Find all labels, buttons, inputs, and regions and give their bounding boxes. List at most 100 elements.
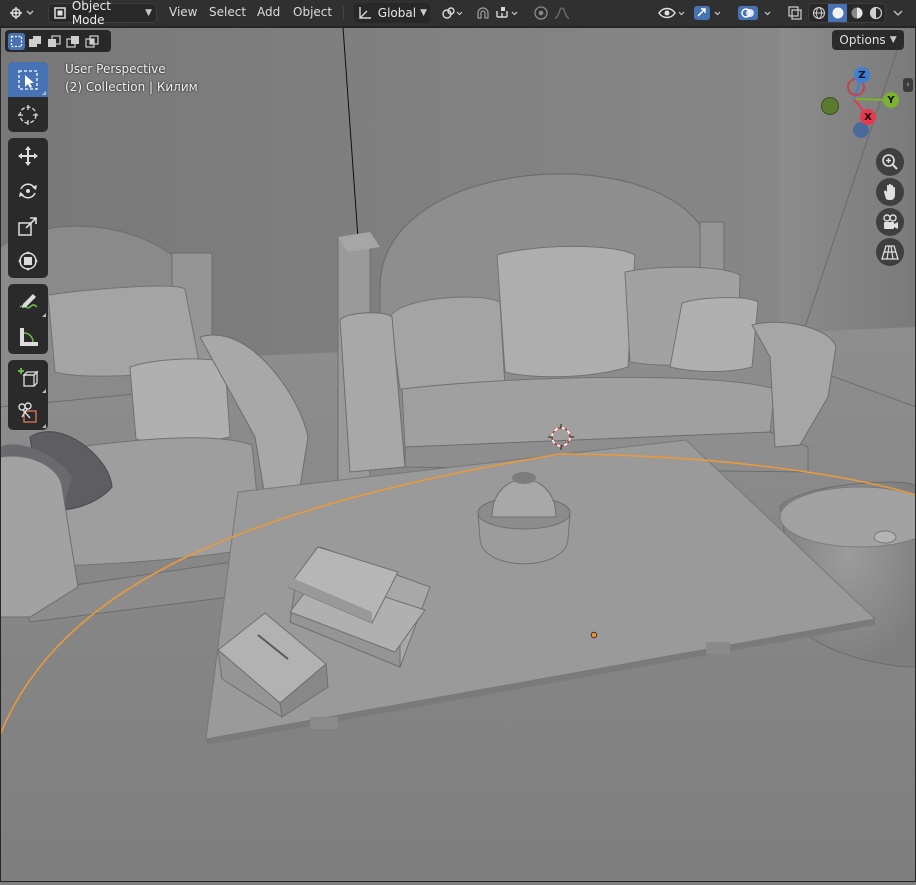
camera-icon — [883, 214, 898, 229]
overlays-toggle[interactable] — [736, 3, 776, 23]
gizmo-x-label: X — [864, 111, 872, 123]
falloff-curve-icon — [554, 7, 570, 19]
tool-add-cube[interactable] — [8, 360, 48, 395]
gizmo-neg-y[interactable] — [821, 97, 839, 115]
grid-perspective-icon — [881, 245, 899, 260]
add-cube-icon — [18, 367, 39, 387]
shading-options-dropdown[interactable] — [888, 3, 908, 23]
menu-object[interactable]: Object — [293, 5, 332, 19]
select-new-icon — [10, 35, 23, 47]
tool-move[interactable] — [8, 138, 48, 173]
gizmo-y-label: Y — [887, 94, 895, 106]
knife-cut-icon — [18, 401, 37, 423]
editor-type-button[interactable] — [6, 3, 36, 23]
chevron-down-icon: ▼ — [420, 8, 427, 18]
gizmo-toggle[interactable] — [692, 3, 726, 23]
rendered-shading-button[interactable] — [866, 4, 885, 22]
measure-ruler-icon — [20, 327, 38, 346]
options-dropdown[interactable]: Options ▼ — [832, 30, 904, 50]
select-subtract-button[interactable] — [46, 33, 63, 50]
pivot-icon — [442, 7, 463, 19]
object-mode-icon — [54, 7, 66, 19]
editor-type-icon — [10, 7, 34, 19]
chevron-down-icon — [893, 10, 903, 16]
select-invert-button[interactable] — [65, 33, 82, 50]
menu-view[interactable]: View — [169, 5, 197, 19]
xray-icon — [788, 6, 802, 20]
tool-cut[interactable] — [8, 395, 48, 430]
tool-cursor[interactable] — [8, 97, 48, 132]
falloff-dropdown[interactable] — [552, 3, 580, 23]
chevron-left-icon: ‹ — [906, 80, 910, 90]
gizmo-z-label: Z — [858, 69, 866, 81]
mode-label: Object Mode — [71, 0, 111, 27]
orientation-label: Global — [377, 6, 417, 20]
scale-icon — [18, 216, 37, 236]
proportional-edit-toggle[interactable] — [530, 3, 552, 23]
select-invert-icon — [66, 35, 79, 48]
xray-toggle[interactable] — [784, 3, 806, 23]
material-shading-button[interactable] — [847, 4, 866, 22]
view-name: User Perspective — [65, 62, 166, 76]
gizmo-y-axis[interactable]: Y — [883, 92, 899, 108]
select-extend-button[interactable] — [27, 33, 44, 50]
chevron-down-icon: ▼ — [889, 35, 897, 45]
solid-shading-button[interactable] — [828, 4, 847, 22]
menu-select[interactable]: Select — [209, 5, 246, 19]
rendered-sphere-icon — [869, 6, 882, 20]
select-box-icon — [18, 69, 38, 90]
move-icon — [18, 145, 38, 166]
pivot-point-button[interactable] — [438, 3, 466, 23]
pan-button[interactable] — [876, 178, 904, 206]
tool-annotate[interactable] — [8, 284, 48, 319]
select-subtract-icon — [48, 34, 61, 47]
tool-group-select — [8, 62, 48, 132]
tool-shelf — [8, 62, 48, 436]
rotate-icon — [19, 182, 37, 199]
gizmo-x-axis[interactable]: X — [860, 109, 876, 125]
gizmo-z-axis[interactable]: Z — [854, 67, 870, 83]
tool-scale[interactable] — [8, 208, 48, 243]
tool-measure[interactable] — [8, 319, 48, 354]
select-new-button[interactable] — [8, 32, 25, 50]
tool-group-annotate — [8, 284, 48, 354]
snap-toggle[interactable] — [472, 3, 494, 23]
scene-render — [0, 27, 916, 885]
menu-add[interactable]: Add — [257, 5, 280, 19]
select-extend-icon — [29, 35, 41, 47]
visibility-dropdown[interactable] — [656, 3, 688, 23]
object-origin — [590, 631, 598, 639]
3d-viewport[interactable] — [0, 27, 916, 885]
mode-dropdown[interactable]: Object Mode ▼ — [48, 0, 157, 27]
header-separator — [343, 6, 344, 20]
sidebar-expand-button[interactable]: ‹ — [903, 78, 913, 92]
annotate-pencil-icon — [19, 293, 38, 308]
gizmo-icon — [694, 6, 721, 20]
select-intersect-icon — [85, 34, 99, 48]
overlays-icon — [738, 6, 771, 20]
selection-mode-group — [5, 30, 111, 52]
camera-view-button[interactable] — [876, 208, 904, 236]
select-intersect-button[interactable] — [84, 33, 101, 50]
wireframe-sphere-icon — [812, 6, 825, 20]
shading-modes — [808, 3, 886, 23]
hand-icon — [884, 183, 895, 200]
zoom-button[interactable] — [876, 148, 904, 176]
magnet-icon — [477, 7, 489, 19]
tool-rotate[interactable] — [8, 173, 48, 208]
tool-select-box[interactable] — [8, 62, 48, 97]
zoom-icon — [882, 154, 898, 170]
viewport-header: Object Mode ▼ View Select Add Object Glo… — [0, 0, 916, 27]
orientation-dropdown[interactable]: Global ▼ — [354, 3, 430, 23]
wireframe-shading-button[interactable] — [809, 4, 828, 22]
active-object-info: (2) Collection | Килим — [65, 80, 198, 94]
snap-target-dropdown[interactable] — [494, 3, 522, 23]
perspective-toggle-button[interactable] — [876, 238, 904, 266]
navigation-gizmo[interactable]: Z Y X — [812, 62, 902, 142]
tool-transform[interactable] — [8, 243, 48, 278]
eye-icon — [658, 7, 685, 19]
proportional-edit-icon — [534, 6, 548, 20]
cursor-icon — [18, 104, 38, 125]
transform-orientation-icon — [359, 7, 371, 19]
tool-group-add — [8, 360, 48, 430]
